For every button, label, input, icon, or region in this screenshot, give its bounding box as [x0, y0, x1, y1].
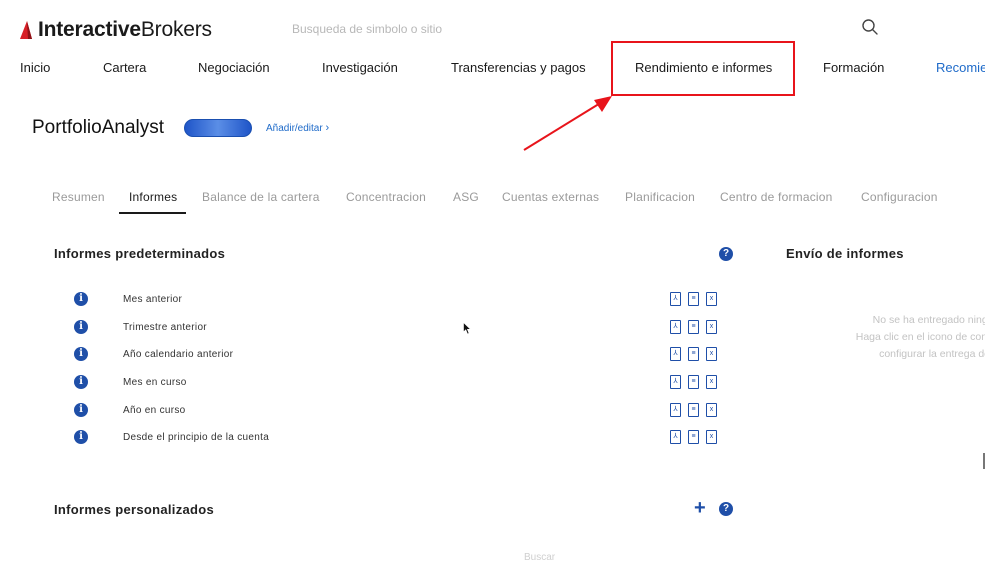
pdf-file-icon[interactable]: ⅄	[670, 375, 681, 389]
info-icon[interactable]: i	[74, 347, 88, 361]
excel-file-icon[interactable]: x	[706, 430, 717, 444]
text-file-icon[interactable]: ≡	[688, 347, 699, 361]
report-label: Mes en curso	[123, 377, 187, 388]
distribution-empty-message: No se ha entregado ningi Haga clic en el…	[790, 312, 985, 363]
info-icon[interactable]: i	[74, 403, 88, 417]
distribution-line: configurar la entrega de	[879, 348, 985, 360]
report-row: i Mes en curso ⅄ ≡ x	[0, 375, 740, 395]
nav-investigacion[interactable]: Investigación	[322, 60, 398, 75]
text-file-icon[interactable]: ≡	[688, 292, 699, 306]
excel-file-icon[interactable]: x	[706, 375, 717, 389]
tab-resumen[interactable]: Resumen	[52, 190, 105, 204]
custom-reports-help-icon[interactable]: ?	[719, 502, 733, 516]
annotation-arrow-icon	[523, 96, 612, 151]
default-reports-title: Informes predeterminados	[54, 246, 226, 261]
tab-balance-cartera[interactable]: Balance de la cartera	[202, 190, 320, 204]
brand-logo[interactable]: InteractiveBrokers	[18, 18, 212, 42]
nav-cartera[interactable]: Cartera	[103, 60, 146, 75]
text-file-icon[interactable]: ≡	[688, 375, 699, 389]
text-file-icon[interactable]: ≡	[688, 403, 699, 417]
custom-reports-title: Informes personalizados	[54, 502, 215, 517]
report-row: i Mes anterior ⅄ ≡ x	[0, 292, 740, 312]
distribution-line: Haga clic en el icono de conf	[855, 331, 985, 343]
tab-concentracion[interactable]: Concentracion	[346, 190, 426, 204]
brand-name: InteractiveBrokers	[38, 18, 212, 41]
nav-recomendaciones[interactable]: Recomie	[936, 60, 985, 75]
report-row: i Año calendario anterior ⅄ ≡ x	[0, 347, 740, 367]
info-icon[interactable]: i	[74, 430, 88, 444]
sub-tabs: Resumen Informes Balance de la cartera C…	[0, 190, 985, 214]
info-icon[interactable]: i	[74, 320, 88, 334]
add-edit-label: Añadir/editar	[266, 123, 323, 134]
pdf-file-icon[interactable]: ⅄	[670, 403, 681, 417]
brand-flame-icon	[20, 21, 32, 39]
text-file-icon[interactable]: ≡	[688, 430, 699, 444]
default-reports-help-icon[interactable]: ?	[719, 247, 733, 261]
report-label: Trimestre anterior	[123, 322, 207, 333]
excel-file-icon[interactable]: x	[706, 292, 717, 306]
nav-transferencias[interactable]: Transferencias y pagos	[451, 60, 586, 75]
chevron-right-icon: ›	[325, 122, 330, 134]
excel-file-icon[interactable]: x	[706, 320, 717, 334]
tab-planificacion[interactable]: Planificacion	[625, 190, 695, 204]
account-selector-pill[interactable]	[184, 119, 252, 137]
custom-reports-search-label[interactable]: Buscar	[524, 552, 555, 562]
report-row: i Trimestre anterior ⅄ ≡ x	[0, 320, 740, 340]
pdf-file-icon[interactable]: ⅄	[670, 292, 681, 306]
tab-centro-formacion[interactable]: Centro de formacion	[720, 190, 833, 204]
add-edit-account-link[interactable]: Añadir/editar ›	[266, 122, 329, 134]
distribution-line: No se ha entregado ningi	[872, 314, 985, 326]
report-label: Mes anterior	[123, 294, 183, 305]
nav-formacion[interactable]: Formación	[823, 60, 884, 75]
nav-inicio[interactable]: Inicio	[20, 60, 50, 75]
tab-asg[interactable]: ASG	[453, 190, 479, 204]
report-row: i Año en curso ⅄ ≡ x	[0, 403, 740, 423]
report-label: Año calendario anterior	[123, 349, 234, 360]
report-row: i Desde el principio de la cuenta ⅄ ≡ x	[0, 430, 740, 450]
search-icon[interactable]	[861, 18, 879, 36]
info-icon[interactable]: i	[74, 292, 88, 306]
text-file-icon[interactable]: ≡	[688, 320, 699, 334]
report-label: Año en curso	[123, 405, 186, 416]
pdf-file-icon[interactable]: ⅄	[670, 347, 681, 361]
tab-informes[interactable]: Informes	[129, 190, 177, 204]
tab-configuracion[interactable]: Configuracion	[861, 190, 938, 204]
main-nav: Inicio Cartera Negociación Investigación…	[0, 60, 985, 80]
nav-negociacion[interactable]: Negociación	[198, 60, 270, 75]
page-title: PortfolioAnalyst	[32, 117, 165, 138]
site-search-input[interactable]	[292, 18, 772, 40]
mouse-pointer-icon	[463, 322, 471, 335]
annotation-highlight-box	[611, 41, 795, 96]
active-tab-indicator	[119, 212, 186, 214]
report-distribution-title: Envío de informes	[786, 246, 904, 261]
excel-file-icon[interactable]: x	[706, 403, 717, 417]
info-icon[interactable]: i	[74, 375, 88, 389]
report-label: Desde el principio de la cuenta	[123, 432, 270, 443]
pdf-file-icon[interactable]: ⅄	[670, 430, 681, 444]
pdf-file-icon[interactable]: ⅄	[670, 320, 681, 334]
add-custom-report-plus-icon[interactable]: +	[694, 498, 706, 518]
excel-file-icon[interactable]: x	[706, 347, 717, 361]
tab-cuentas-externas[interactable]: Cuentas externas	[502, 190, 599, 204]
